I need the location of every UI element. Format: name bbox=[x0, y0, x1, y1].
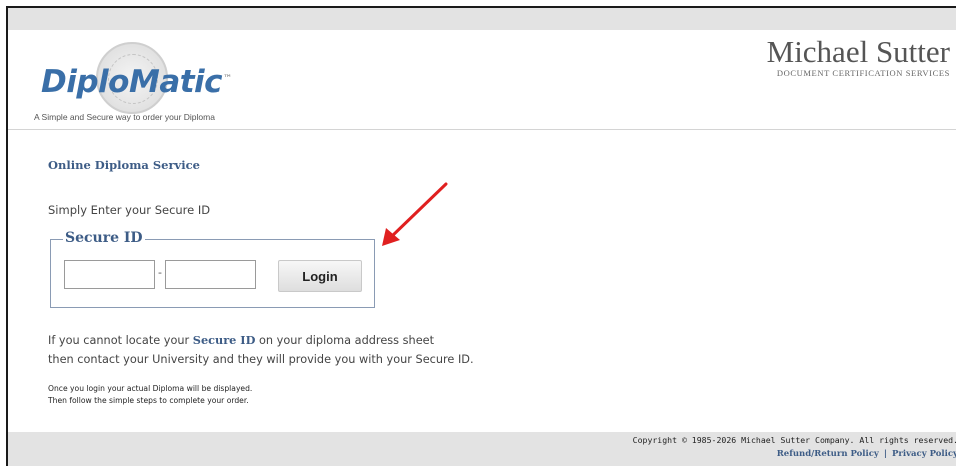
instruction-text: Simply Enter your Secure ID bbox=[48, 203, 211, 217]
note-line-1: Once you login your actual Diploma will … bbox=[48, 384, 253, 393]
page-frame: DiploMatic™ A Simple and Secure way to o… bbox=[6, 6, 956, 466]
secure-id-input-1[interactable] bbox=[64, 260, 155, 289]
trademark-mark: ™ bbox=[223, 73, 232, 84]
secure-id-legend: Secure ID bbox=[63, 230, 145, 246]
diplomatic-logo[interactable]: DiploMatic™ bbox=[38, 38, 238, 118]
company-logo: Michael Sutter DOCUMENT CERTIFICATION SE… bbox=[766, 34, 950, 79]
footer-link-separator: | bbox=[883, 449, 887, 459]
red-arrow-icon bbox=[382, 182, 448, 246]
help-secure-id-emphasis: Secure ID bbox=[192, 333, 256, 347]
login-note: Once you login your actual Diploma will … bbox=[48, 383, 252, 406]
note-line-2: Then follow the simple steps to complete… bbox=[48, 395, 249, 405]
footer: Copyright © 1985-2026 Michael Sutter Com… bbox=[8, 432, 956, 466]
login-button[interactable]: Login bbox=[278, 260, 362, 292]
copyright-text: Copyright © 1985-2026 Michael Sutter Com… bbox=[632, 435, 956, 445]
secure-id-fieldset: Secure ID - Login bbox=[50, 230, 375, 308]
header: DiploMatic™ A Simple and Secure way to o… bbox=[8, 30, 956, 130]
help-text: If you cannot locate your Secure ID on y… bbox=[48, 331, 474, 369]
tagline: A Simple and Secure way to order your Di… bbox=[34, 112, 215, 122]
help-line-1: If you cannot locate your Secure ID on y… bbox=[48, 331, 474, 350]
help-line-1-suffix: on your diploma address sheet bbox=[255, 334, 435, 347]
help-line-2: then contact your University and they wi… bbox=[48, 353, 474, 366]
logo-main-text: DiploMatic bbox=[41, 64, 223, 100]
service-title: Online Diploma Service bbox=[48, 158, 200, 172]
top-band bbox=[8, 8, 956, 30]
refund-policy-link[interactable]: Refund/Return Policy bbox=[777, 449, 879, 459]
logo-text: DiploMatic™ bbox=[41, 64, 232, 100]
help-line-1-prefix: If you cannot locate your bbox=[48, 334, 193, 347]
secure-id-input-2[interactable] bbox=[165, 260, 256, 289]
company-subtitle: DOCUMENT CERTIFICATION SERVICES bbox=[776, 68, 950, 78]
privacy-policy-link[interactable]: Privacy Policy bbox=[892, 449, 956, 459]
company-name: Michael Sutter bbox=[766, 34, 950, 69]
footer-links: Refund/Return Policy | Privacy Policy bbox=[777, 449, 956, 459]
id-separator: - bbox=[158, 266, 162, 279]
